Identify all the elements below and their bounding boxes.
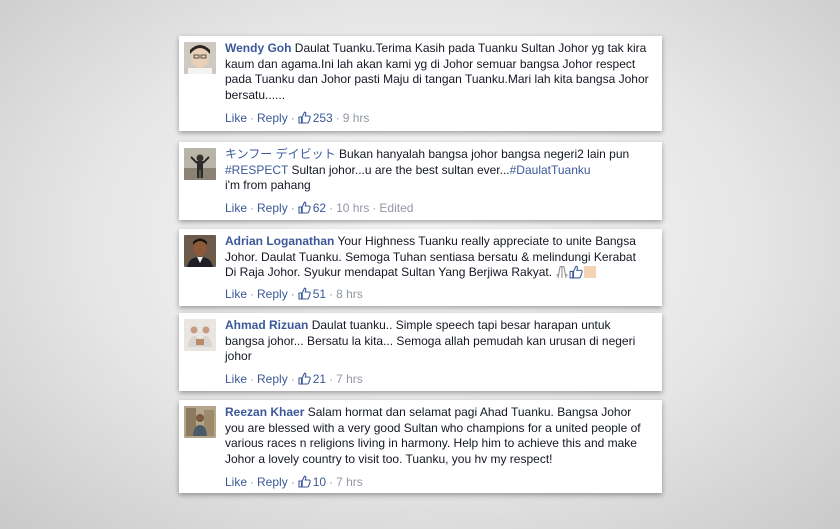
avatar[interactable]	[184, 235, 216, 267]
comment-text: i'm from pahang	[225, 178, 311, 193]
comment-card: Reezan Khaer Salam hormat dan selamat pa…	[179, 400, 662, 493]
thumbs-up-emoji-icon	[569, 265, 584, 284]
timestamp[interactable]: 7 hrs	[336, 475, 363, 489]
timestamp[interactable]: 10 hrs	[336, 201, 369, 215]
comment-actions: Like · Reply · 253 · 9 hrs	[225, 111, 370, 127]
thumbs-up-icon[interactable]	[298, 372, 311, 388]
comment-body: Adrian Loganathan Your Highness Tuanku r…	[225, 234, 650, 284]
comment-text: Bukan hanyalah bangsa johor bangsa neger…	[338, 147, 630, 161]
comment-actions: Like · Reply · 10 · 7 hrs	[225, 475, 363, 491]
author-name[interactable]: Reezan Khaer	[225, 405, 304, 419]
like-link[interactable]: Like	[225, 475, 247, 489]
avatar[interactable]	[184, 148, 216, 180]
thumbs-up-icon[interactable]	[298, 475, 311, 491]
edited-label[interactable]: Edited	[379, 201, 413, 215]
comment-card: Wendy Goh Daulat Tuanku.Terima Kasih pad…	[179, 36, 662, 131]
comment-actions: Like · Reply · 62 · 10 hrs · Edited	[225, 201, 414, 217]
comment-text: Sultan johor...u are the best sultan eve…	[291, 162, 510, 177]
timestamp[interactable]: 8 hrs	[336, 287, 363, 301]
like-count[interactable]: 51	[313, 287, 326, 301]
avatar[interactable]	[184, 42, 216, 74]
comment-body: Wendy Goh Daulat Tuanku.Terima Kasih pad…	[225, 41, 650, 103]
like-count[interactable]: 10	[313, 475, 326, 489]
pray-hands-emoji-icon	[555, 265, 569, 284]
thumbs-up-icon[interactable]	[298, 201, 311, 217]
author-name[interactable]: キンフー デイビット	[225, 147, 336, 161]
like-count[interactable]: 253	[313, 111, 333, 125]
thumbs-up-icon[interactable]	[298, 111, 311, 127]
reply-link[interactable]: Reply	[257, 475, 288, 489]
reply-link[interactable]: Reply	[257, 287, 288, 301]
skin-tone-emoji-icon	[583, 265, 597, 284]
comment-card: キンフー デイビット Bukan hanyalah bangsa johor b…	[179, 142, 662, 220]
comment-body: Ahmad Rizuan Daulat tuanku.. Simple spee…	[225, 318, 650, 365]
like-link[interactable]: Like	[225, 201, 247, 215]
comment-body: キンフー デイビット Bukan hanyalah bangsa johor b…	[225, 147, 650, 194]
author-name[interactable]: Ahmad Rizuan	[225, 318, 308, 332]
author-name[interactable]: Wendy Goh	[225, 41, 291, 55]
reply-link[interactable]: Reply	[257, 111, 288, 125]
hashtag-link[interactable]: #DaulatTuanku	[510, 163, 591, 177]
avatar[interactable]	[184, 406, 216, 438]
comment-card: Adrian Loganathan Your Highness Tuanku r…	[179, 229, 662, 306]
comment-actions: Like · Reply · 21 · 7 hrs	[225, 372, 363, 388]
hashtag-link[interactable]: #RESPECT	[225, 163, 288, 177]
comment-body: Reezan Khaer Salam hormat dan selamat pa…	[225, 405, 650, 467]
author-name[interactable]: Adrian Loganathan	[225, 234, 334, 248]
avatar[interactable]	[184, 319, 216, 351]
like-count[interactable]: 62	[313, 201, 326, 215]
like-link[interactable]: Like	[225, 111, 247, 125]
like-count[interactable]: 21	[313, 372, 326, 386]
comment-card: Ahmad Rizuan Daulat tuanku.. Simple spee…	[179, 313, 662, 391]
reply-link[interactable]: Reply	[257, 201, 288, 215]
timestamp[interactable]: 7 hrs	[336, 372, 363, 386]
like-link[interactable]: Like	[225, 287, 247, 301]
like-link[interactable]: Like	[225, 372, 247, 386]
timestamp[interactable]: 9 hrs	[343, 111, 370, 125]
thumbs-up-icon[interactable]	[298, 287, 311, 303]
comment-actions: Like · Reply · 51 · 8 hrs	[225, 287, 363, 303]
reply-link[interactable]: Reply	[257, 372, 288, 386]
